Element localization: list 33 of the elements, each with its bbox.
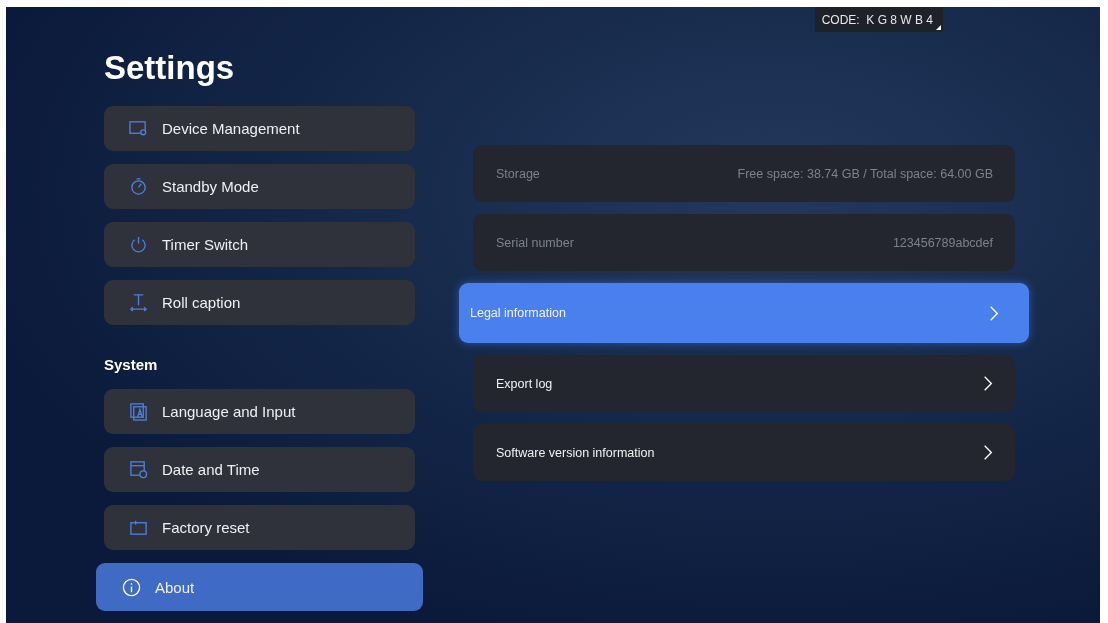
about-row[interactable]: Serial number 123456789abcdef <box>473 214 1015 271</box>
row-value: Free space: 38.74 GB / Total space: 64.00 GB <box>737 166 993 181</box>
info-icon <box>122 577 141 597</box>
menu-item[interactable]: Roll caption <box>104 280 415 325</box>
page-title: Settings <box>104 48 236 88</box>
row-label: Storage <box>496 166 540 181</box>
menu-item[interactable]: Factory reset <box>104 505 415 550</box>
menu-item[interactable]: Device Management <box>104 106 415 151</box>
code-badge: CODE: K G 8 W B 4 <box>815 7 943 32</box>
calendar-clock-icon <box>129 460 148 479</box>
menu-item[interactable]: Date and Time <box>104 447 415 492</box>
menu-item[interactable]: About <box>96 563 423 611</box>
row-value: 123456789abcdef <box>892 235 993 250</box>
chevron-right-icon <box>983 444 993 461</box>
about-row[interactable]: Export log <box>473 355 1015 412</box>
menu-item[interactable]: Standby Mode <box>104 164 415 209</box>
tray-icon <box>129 518 148 537</box>
about-row[interactable]: Storage Free space: 38.74 GB / Total space: 64.00 GB <box>473 145 1015 202</box>
chevron-right-icon <box>989 304 999 322</box>
menu-item[interactable]: Language and Input <box>104 389 415 434</box>
row-label: Export log <box>496 376 553 391</box>
section-heading: System <box>104 356 159 373</box>
row-label: Software version information <box>496 445 655 460</box>
power-icon <box>129 235 148 254</box>
about-row[interactable]: Software version information <box>473 424 1015 481</box>
text-width-icon <box>129 293 148 312</box>
row-label: Serial number <box>496 235 574 250</box>
row-label: Legal information <box>470 306 566 320</box>
letter-a-icon <box>129 402 148 421</box>
stopwatch-icon <box>129 177 148 196</box>
chevron-right-icon <box>983 375 993 392</box>
monitor-gear-icon <box>129 119 148 138</box>
menu-item[interactable]: Timer Switch <box>104 222 415 267</box>
